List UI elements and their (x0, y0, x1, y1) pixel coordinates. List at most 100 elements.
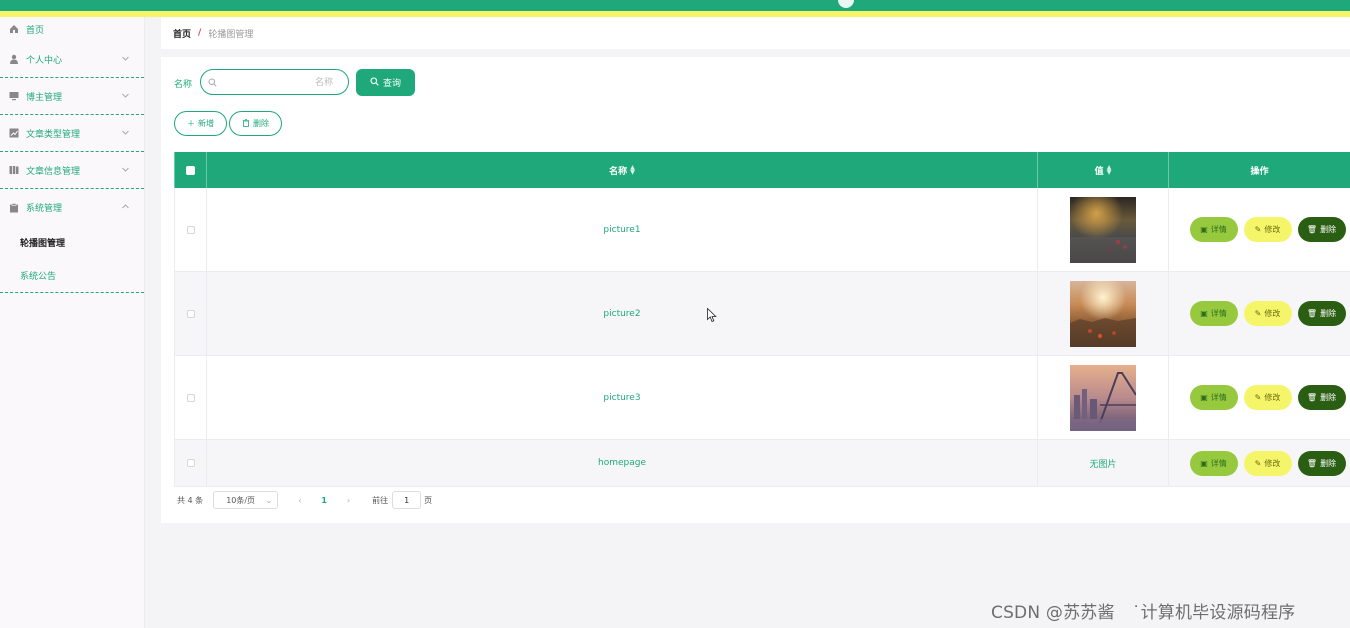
carousel-thumbnail[interactable] (1070, 280, 1136, 347)
sidebar-item-personal-center[interactable]: 个人中心 (0, 41, 144, 78)
sidebar-item-label: 文章信息管理 (26, 166, 81, 177)
header-ops-label: 操作 (1250, 166, 1269, 177)
detail-button[interactable]: ▣ 详情 (1189, 450, 1238, 476)
trash-icon: 🗑 (1306, 393, 1318, 402)
header-ops: 操作 (1169, 152, 1350, 188)
delete-button[interactable]: 🗑 删除 (1297, 301, 1346, 326)
batch-delete-button[interactable]: 删除 (229, 111, 282, 136)
row-actions: ▣ 详情 ✎ 修改 🗑 删除 (1189, 217, 1346, 242)
next-page-button[interactable]: › (347, 496, 350, 505)
sidebar-item-article-type[interactable]: 文章类型管理 (0, 115, 144, 152)
detail-button-label: 详情 (1210, 309, 1227, 318)
header-value[interactable]: 值 ▲ ▼ (1038, 152, 1169, 188)
delete-button-label: 删除 (1320, 225, 1337, 234)
edit-button[interactable]: ✎ 修改 (1243, 450, 1292, 476)
delete-button[interactable]: 🗑 删除 (1297, 450, 1346, 476)
row-name: picture2 (603, 308, 641, 319)
chevron-down-icon (121, 165, 130, 174)
row-name: picture3 (603, 392, 641, 403)
add-button-label: 新增 (198, 119, 214, 128)
sidebar-subitem-carousel[interactable]: 轮播图管理 (0, 226, 144, 259)
edit-button[interactable]: ✎ 修改 (1243, 301, 1292, 326)
sidebar-submenu-system: 轮播图管理 系统公告 (0, 226, 144, 293)
search-icon (370, 76, 379, 89)
detail-button-label: 详情 (1210, 458, 1227, 468)
data-table: 名称 ▲ ▼ 值 ▲ ▼ 操作 picture1 ▣ 详情 ✎ 修改 🗑 删除 … (174, 152, 1350, 487)
row-checkbox[interactable] (186, 309, 195, 318)
trash-icon: 🗑 (1306, 309, 1318, 318)
prev-page-button[interactable]: ‹ (298, 496, 301, 505)
row-checkbox[interactable] (186, 393, 195, 402)
sidebar-item-home[interactable]: 首页 (0, 17, 144, 41)
search-button[interactable]: 查询 (356, 69, 415, 96)
pencil-icon: ✎ (1254, 309, 1262, 318)
detail-button[interactable]: ▣ 详情 (1189, 217, 1238, 242)
search-input[interactable] (221, 74, 335, 92)
search-icon (208, 78, 217, 87)
row-actions: ▣ 详情 ✎ 修改 🗑 删除 (1189, 385, 1346, 410)
header-checkbox-cell (174, 152, 207, 188)
delete-button[interactable]: 🗑 删除 (1297, 217, 1346, 242)
add-button[interactable]: ＋ 新增 (174, 111, 227, 136)
edit-button[interactable]: ✎ 修改 (1243, 217, 1292, 242)
edit-button-label: 修改 (1264, 225, 1281, 234)
table-row: picture2 ▣ 详情 ✎ 修改 🗑 删除 (174, 272, 1350, 356)
breadcrumb-current: 轮播图管理 (208, 29, 254, 40)
sidebar: 首页 个人中心 博主管理 文章类型管理 文章信息管理 系统管理 轮播图管理 系统… (0, 17, 145, 628)
breadcrumb: 首页 / 轮播图管理 (161, 17, 1350, 49)
trash-icon: 🗑 (1306, 458, 1318, 468)
detail-button[interactable]: ▣ 详情 (1189, 385, 1238, 410)
name-cell: picture1 (207, 188, 1038, 271)
pagination: 共 4 条 10条/页 ⌄ ‹ 1 › 前往 页 (177, 491, 432, 509)
select-all-checkbox[interactable] (186, 165, 195, 175)
sort-icon[interactable]: ▲ ▼ (630, 165, 635, 176)
monitor-icon (9, 91, 19, 101)
search-field[interactable] (200, 69, 349, 95)
sort-icon[interactable]: ▲ ▼ (1107, 165, 1112, 176)
name-cell: picture3 (207, 356, 1038, 439)
goto-page-input[interactable] (392, 491, 422, 509)
row-checkbox-cell (174, 440, 207, 486)
sidebar-item-blogger[interactable]: 博主管理 (0, 78, 144, 115)
delete-button-label: 删除 (1320, 393, 1337, 402)
page-number[interactable]: 1 (321, 496, 327, 505)
row-checkbox[interactable] (186, 225, 195, 234)
chart-icon (9, 128, 19, 138)
home-icon (9, 24, 19, 34)
sidebar-item-article-info[interactable]: 文章信息管理 (0, 152, 144, 189)
row-actions: ▣ 详情 ✎ 修改 🗑 删除 (1189, 450, 1346, 476)
row-checkbox[interactable] (186, 459, 195, 467)
main-panel: 名称 查询 ＋ 新增 删除 名称▲▼ 值▲▼ 操作 picture1 (161, 57, 1350, 523)
table-row: picture1 ▣ 详情 ✎ 修改 🗑 删除 (174, 188, 1350, 272)
batch-delete-label: 删除 (253, 119, 269, 128)
delete-button[interactable]: 🗑 删除 (1297, 385, 1346, 410)
ops-cell: ▣ 详情 ✎ 修改 🗑 删除 (1169, 188, 1350, 271)
carousel-thumbnail[interactable] (1070, 196, 1136, 263)
sidebar-item-system[interactable]: 系统管理 (0, 189, 144, 226)
detail-button-label: 详情 (1210, 225, 1227, 234)
detail-button[interactable]: ▣ 详情 (1189, 301, 1238, 326)
page-suffix: 页 (424, 495, 433, 505)
user-icon (9, 54, 19, 64)
chevron-down-icon (121, 91, 130, 100)
sidebar-item-label: 系统管理 (26, 204, 63, 214)
breadcrumb-home[interactable]: 首页 (173, 27, 191, 40)
ops-cell: ▣ 详情 ✎ 修改 🗑 删除 (1169, 272, 1350, 355)
row-name: picture1 (603, 224, 641, 235)
clipboard-icon (9, 202, 19, 213)
carousel-thumbnail[interactable] (1070, 364, 1136, 431)
edit-button[interactable]: ✎ 修改 (1243, 385, 1292, 410)
pencil-icon: ✎ (1254, 393, 1262, 402)
value-cell: 无图片 (1038, 440, 1169, 486)
table-row: picture3 ▣ 详情 ✎ 修改 🗑 删除 (174, 356, 1350, 440)
chevron-down-icon: ⌄ (265, 496, 273, 505)
document-icon: ▣ (1200, 309, 1208, 318)
page-size-select[interactable]: 10条/页 ⌄ (213, 491, 279, 509)
pencil-icon: ✎ (1254, 225, 1262, 234)
search-button-label: 查询 (382, 79, 401, 89)
page-size-value: 10条/页 (226, 495, 256, 505)
header-name[interactable]: 名称 ▲ ▼ (207, 152, 1038, 188)
sidebar-subitem-announcement[interactable]: 系统公告 (0, 259, 144, 292)
sidebar-item-label: 博主管理 (26, 92, 63, 103)
avatar[interactable] (838, 0, 854, 8)
